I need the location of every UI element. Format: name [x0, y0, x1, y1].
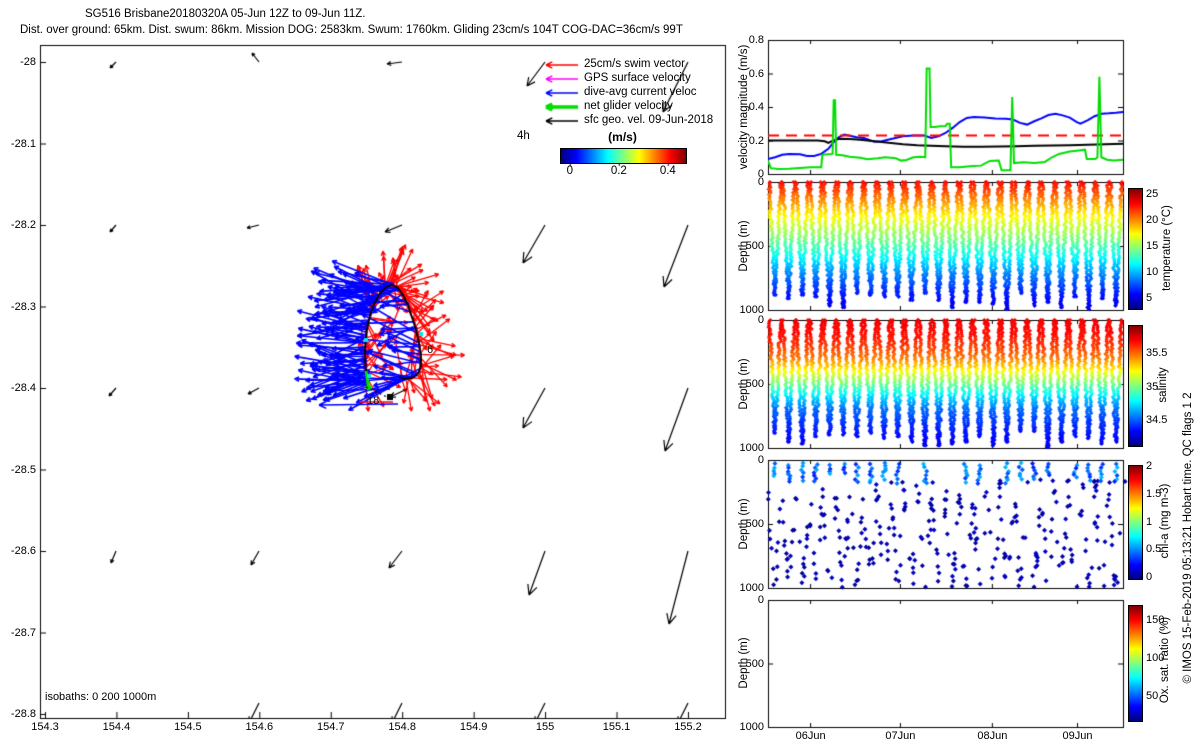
map-y-tick-label: -28.4 [0, 382, 36, 394]
map-x-tick-label: 154.5 [170, 721, 206, 733]
colorbar-tick-label: 25 [1146, 188, 1186, 200]
colorbar-tick-label: 34.5 [1146, 414, 1186, 426]
map-dive-number-label: 6 [427, 344, 433, 356]
map-x-tick-label: 155.2 [670, 721, 706, 733]
map-x-tick-label: 155.1 [599, 721, 635, 733]
map-y-tick-label: -28.3 [0, 301, 36, 313]
depth-tick-label: 500 [730, 240, 764, 252]
depth-tick-label: 0 [730, 594, 764, 606]
map-y-tick-label: -28 [0, 56, 36, 68]
map-y-tick-label: -28.5 [0, 464, 36, 476]
legend-item-2: GPS surface velocity [584, 72, 691, 84]
isobaths-label: isobaths: 0 200 1000m [45, 691, 156, 703]
depth-tick-label: 500 [730, 518, 764, 530]
map-x-tick-label: 154.8 [384, 721, 420, 733]
legend-time-scale-label: 4h [517, 130, 530, 142]
map-x-tick-label: 155 [527, 721, 563, 733]
map-y-tick-label: -28.6 [0, 545, 36, 557]
colorbar-tick-label: 35 [1146, 381, 1186, 393]
chl-colorbar [1128, 465, 1143, 580]
map-y-tick-label: -28.7 [0, 627, 36, 639]
depth-tick-label: 1000 [730, 582, 764, 594]
velocity-y-tick-label: 0.4 [736, 101, 764, 113]
legend-colorbar-tick-label: 0 [555, 165, 585, 177]
figure-title: SG516 Brisbane20180320A 05-Jun 12Z to 09… [85, 8, 365, 20]
depth-tick-label: 0 [730, 454, 764, 466]
date-tick-label: 09Jun [1053, 730, 1103, 742]
map-x-tick-label: 154.3 [27, 721, 63, 733]
colorbar-tick-label: 0.5 [1146, 543, 1186, 555]
map-dive-number-label: 18 [367, 395, 379, 407]
colorbar-tick-label: 10 [1146, 266, 1186, 278]
legend-item-1: 25cm/s swim vector [584, 58, 685, 70]
legend-item-5: sfc geo. vel. 09-Jun-2018 [584, 114, 713, 126]
colorbar-tick-label: 1 [1146, 516, 1186, 528]
depth-tick-label: 500 [730, 658, 764, 670]
colorbar-tick-label: 0 [1146, 571, 1186, 583]
legend-item-3: dive-avg current veloc [584, 86, 697, 98]
colorbar-tick-label: 5 [1146, 292, 1186, 304]
map-x-tick-label: 154.7 [313, 721, 349, 733]
temperature-colorbar [1128, 188, 1143, 310]
date-tick-label: 08Jun [967, 730, 1017, 742]
date-tick-label: 07Jun [875, 730, 925, 742]
depth-tick-label: 500 [730, 378, 764, 390]
map-y-tick-label: -28.2 [0, 219, 36, 231]
salinity-colorbar [1128, 325, 1143, 447]
ox-colorbar [1128, 605, 1143, 722]
colorbar-tick-label: 1.5 [1146, 488, 1186, 500]
colorbar-tick-label: 20 [1146, 214, 1186, 226]
figure-root: SG516 Brisbane20180320A 05-Jun 12Z to 09… [0, 0, 1200, 750]
legend-colorbar-tick-label: 0.4 [653, 165, 683, 177]
legend-colorbar-title: (m/s) [560, 130, 685, 144]
map-x-tick-label: 154.4 [98, 721, 134, 733]
legend-colorbar-tick-label: 0.2 [604, 165, 634, 177]
depth-tick-label: 1000 [730, 721, 764, 733]
figure-subtitle: Dist. over ground: 65km. Dist. swum: 86k… [20, 24, 683, 36]
depth-tick-label: 0 [730, 176, 764, 188]
colorbar-tick-label: 150 [1146, 614, 1186, 626]
plot-canvas [0, 0, 1200, 750]
swim-speed-colorbar [560, 148, 687, 164]
colorbar-tick-label: 2 [1146, 460, 1186, 472]
colorbar-tick-label: 50 [1146, 690, 1186, 702]
date-tick-label: 06Jun [786, 730, 836, 742]
map-y-tick-label: -28.1 [0, 138, 36, 150]
colorbar-tick-label: 15 [1146, 240, 1186, 252]
velocity-y-tick-label: 0.2 [736, 135, 764, 147]
depth-tick-label: 0 [730, 314, 764, 326]
velocity-y-tick-label: 0.8 [736, 34, 764, 46]
depth-tick-label: 1000 [730, 442, 764, 454]
imos-caption: © IMOS 15-Feb-2019 05:13:21 Hobart time.… [1182, 392, 1194, 683]
velocity-y-tick-label: 0.6 [736, 68, 764, 80]
map-x-tick-label: 154.6 [241, 721, 277, 733]
map-x-tick-label: 154.9 [456, 721, 492, 733]
legend-item-4: net glider velocity [584, 100, 673, 112]
colorbar-tick-label: 100 [1146, 652, 1186, 664]
map-y-tick-label: -28.8 [0, 708, 36, 720]
colorbar-tick-label: 35.5 [1146, 347, 1186, 359]
